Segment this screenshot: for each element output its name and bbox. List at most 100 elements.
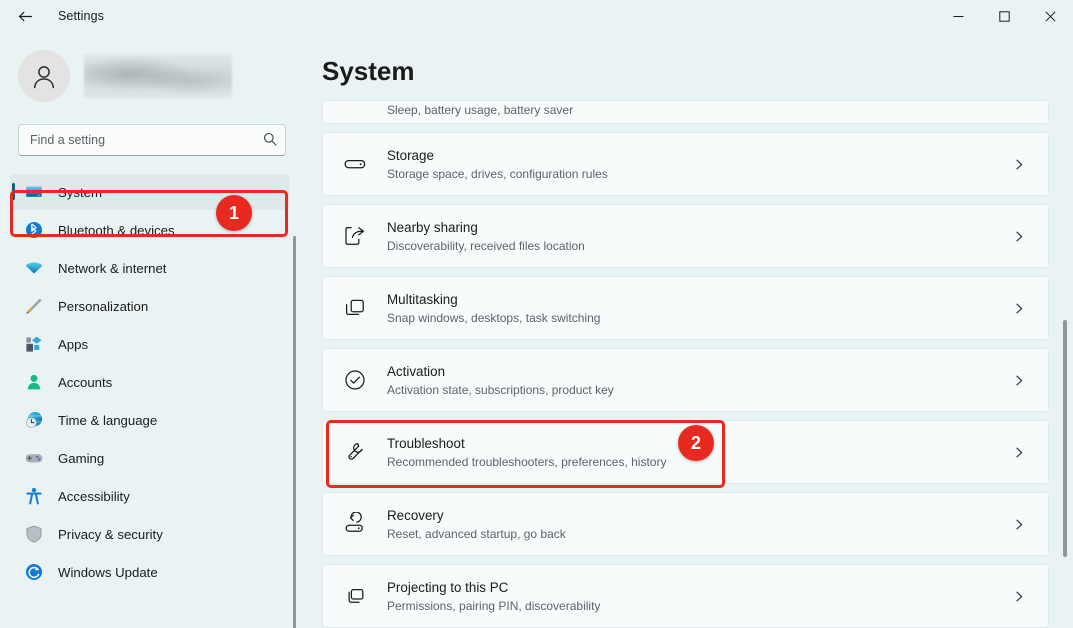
- page-title: System: [322, 56, 415, 86]
- chevron-right-icon-wrap[interactable]: [1008, 230, 1030, 243]
- chevron-right-icon-wrap[interactable]: [1008, 518, 1030, 531]
- wrench-icon: [348, 442, 363, 460]
- settings-row-text: Recovery Reset, advanced startup, go back: [387, 507, 1008, 542]
- wifi-icon-wrap: [24, 258, 44, 278]
- update-refresh-icon: [26, 564, 42, 580]
- paintbrush-icon: [26, 298, 42, 314]
- update-refresh-icon-wrap: [24, 562, 44, 582]
- apps-grid-icon: [26, 336, 42, 352]
- battery-icon-wrap: [340, 101, 370, 119]
- clock-globe-icon: [26, 411, 43, 428]
- person-icon-wrap: [24, 372, 44, 392]
- main-scrollbar[interactable]: [1063, 320, 1067, 557]
- selection-indicator: [12, 183, 15, 200]
- settings-row-troubleshoot[interactable]: Troubleshoot Recommended troubleshooters,…: [322, 420, 1049, 484]
- sidebar-item-bluetooth-devices[interactable]: Bluetooth & devices: [10, 212, 290, 248]
- settings-row-title: Storage: [387, 147, 434, 163]
- sidebar-item-label: Accounts: [58, 374, 113, 390]
- chevron-right-icon-wrap[interactable]: [1008, 446, 1030, 459]
- main-content: System Sleep, battery usage, battery sav…: [304, 32, 1073, 628]
- project-screen-icon-wrap: [340, 581, 370, 611]
- sidebar-item-gaming[interactable]: Gaming: [10, 440, 290, 476]
- chevron-right-icon-wrap[interactable]: [1008, 158, 1030, 171]
- sidebar-item-time-language[interactable]: Time & language: [10, 402, 290, 438]
- titlebar: Settings: [0, 0, 1073, 32]
- person-avatar-icon: [33, 66, 55, 89]
- settings-row-recovery[interactable]: Recovery Reset, advanced startup, go back: [322, 492, 1049, 556]
- multitasking-windows-icon-wrap: [340, 293, 370, 323]
- settings-row-text: Sleep, battery usage, battery saver: [387, 101, 1030, 119]
- gamepad-icon-wrap: [24, 448, 44, 468]
- settings-row-activation[interactable]: Activation Activation state, subscription…: [322, 348, 1049, 412]
- chevron-right-icon-wrap[interactable]: [1008, 302, 1030, 315]
- sidebar-item-label: Personalization: [58, 298, 149, 314]
- bluetooth-icon: [26, 222, 42, 238]
- monitor-icon-wrap: [24, 182, 44, 202]
- maximize-button[interactable]: [981, 0, 1027, 32]
- wifi-icon: [25, 262, 43, 274]
- settings-row-subtitle: Sleep, battery usage, battery saver: [387, 103, 574, 117]
- settings-row-subtitle: Reset, advanced startup, go back: [387, 526, 566, 541]
- gamepad-icon: [25, 454, 43, 463]
- sidebar-item-label: Gaming: [58, 450, 105, 466]
- sidebar-item-label: Network & internet: [58, 260, 167, 276]
- account-name-redacted: [84, 54, 232, 98]
- project-screen-icon: [348, 588, 364, 603]
- sidebar-item-label: Privacy & security: [58, 526, 163, 542]
- sidebar-item-label: Windows Update: [58, 564, 158, 580]
- settings-row-text: Nearby sharing Discoverability, received …: [387, 219, 1008, 254]
- settings-row-title: Troubleshoot: [387, 435, 465, 451]
- chevron-right-icon: [1015, 375, 1022, 385]
- sidebar-item-accounts[interactable]: Accounts: [10, 364, 290, 400]
- sidebar-item-windows-update[interactable]: Windows Update: [10, 554, 290, 590]
- sidebar-item-label: Apps: [58, 336, 89, 352]
- sidebar-item-privacy-security[interactable]: Privacy & security: [10, 516, 290, 552]
- back-button[interactable]: [8, 0, 42, 32]
- settings-row-subtitle: Storage space, drives, configuration rul…: [387, 166, 608, 181]
- settings-row-subtitle: Permissions, pairing PIN, discoverabilit…: [387, 598, 601, 613]
- settings-row-sleep-battery-usage-battery-saver[interactable]: Sleep, battery usage, battery saver: [322, 100, 1049, 124]
- chevron-right-icon-wrap[interactable]: [1008, 374, 1030, 387]
- accessibility-icon: [26, 487, 42, 505]
- apps-grid-icon-wrap: [24, 334, 44, 354]
- chevron-right-icon: [1015, 447, 1022, 457]
- settings-row-nearby-sharing[interactable]: Nearby sharing Discoverability, received …: [322, 204, 1049, 268]
- settings-row-projecting-to-this-pc[interactable]: Projecting to this PC Permissions, pairin…: [322, 564, 1049, 628]
- settings-row-storage[interactable]: Storage Storage space, drives, configurat…: [322, 132, 1049, 196]
- back-arrow-icon: [18, 11, 32, 21]
- share-icon-wrap: [340, 221, 370, 251]
- sidebar-item-label: Accessibility: [58, 488, 130, 504]
- chevron-right-icon: [1015, 519, 1022, 529]
- window-controls: [935, 0, 1073, 32]
- minimize-button[interactable]: [935, 0, 981, 32]
- shield-icon: [26, 525, 42, 543]
- sidebar-scrollbar[interactable]: [293, 236, 296, 628]
- settings-row-subtitle: Snap windows, desktops, task switching: [387, 310, 601, 325]
- clock-globe-icon-wrap: [24, 410, 44, 430]
- settings-window: Settings Find a setting System Bluetooth…: [0, 0, 1073, 628]
- sidebar-item-system[interactable]: System: [10, 174, 290, 210]
- sidebar-item-apps[interactable]: Apps: [10, 326, 290, 362]
- avatar: [18, 50, 70, 102]
- sidebar-item-network-internet[interactable]: Network & internet: [10, 250, 290, 286]
- window-title: Settings: [58, 9, 104, 23]
- close-button[interactable]: [1027, 0, 1073, 32]
- sidebar-item-personalization[interactable]: Personalization: [10, 288, 290, 324]
- settings-row-multitasking[interactable]: Multitasking Snap windows, desktops, task…: [322, 276, 1049, 340]
- settings-row-text: Projecting to this PC Permissions, pairin…: [387, 579, 1008, 614]
- share-icon: [345, 226, 365, 245]
- monitor-icon: [26, 186, 42, 197]
- chevron-right-icon-wrap[interactable]: [1008, 590, 1030, 603]
- chevron-right-icon: [1015, 591, 1022, 601]
- bluetooth-icon-wrap: [24, 220, 44, 240]
- sidebar-item-accessibility[interactable]: Accessibility: [10, 478, 290, 514]
- sidebar-nav: System Bluetooth & devices Network & inter…: [0, 174, 304, 580]
- settings-row-subtitle: Discoverability, received files location: [387, 238, 585, 253]
- person-icon: [27, 374, 41, 390]
- account-block[interactable]: [0, 32, 304, 104]
- close-icon: [1044, 10, 1056, 22]
- paintbrush-icon-wrap: [24, 296, 44, 316]
- search-input[interactable]: [18, 124, 286, 156]
- sidebar-item-label: System: [58, 184, 102, 200]
- settings-row-text: Storage Storage space, drives, configurat…: [387, 147, 1008, 182]
